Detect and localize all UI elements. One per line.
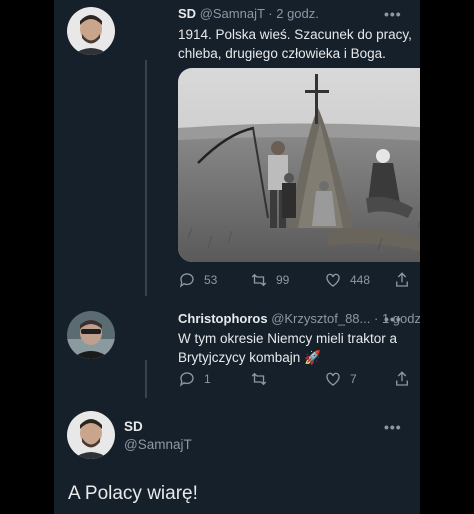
reply-count: 53 <box>204 273 218 287</box>
like-icon <box>326 372 340 386</box>
tweet-text-line: chleba, drugiego człowieka i Boga. <box>178 46 386 61</box>
like-button[interactable]: 448 <box>324 271 370 289</box>
avatar-sd[interactable] <box>67 411 115 459</box>
tweet2-text: W tym okresie Niemcy mieli traktor a Bry… <box>178 329 397 367</box>
tweet-time[interactable]: · 2 godz. <box>268 6 319 21</box>
like-count: 7 <box>350 372 357 386</box>
retweet-button[interactable]: 99 <box>250 271 289 289</box>
share-button[interactable] <box>393 370 411 388</box>
tweet-photo[interactable] <box>178 68 420 262</box>
more-icon[interactable]: ••• <box>384 419 402 435</box>
tweet-text-line: W tym okresie Niemcy mieli traktor a <box>178 331 398 346</box>
author-name[interactable]: SD <box>124 419 143 434</box>
reply-count: 1 <box>204 372 211 386</box>
tweet1-header: SD @SamnajT · 2 godz. <box>178 6 319 21</box>
like-button[interactable]: 7 <box>324 370 357 388</box>
tweet1-text: 1914. Polska wieś. Szacunek do pracy, ch… <box>178 25 412 63</box>
like-icon <box>326 273 340 287</box>
avatar-sd[interactable] <box>67 7 115 55</box>
author-handle[interactable]: @SamnajT <box>124 437 192 452</box>
more-icon[interactable]: ••• <box>384 6 402 22</box>
tweet1-actions: 53 99 448 <box>178 271 420 291</box>
share-icon <box>396 371 408 386</box>
tweet-text-line: 1914. Polska wieś. Szacunek do pracy, <box>178 27 412 42</box>
share-icon <box>396 272 408 287</box>
share-button[interactable] <box>393 271 411 289</box>
more-icon[interactable]: ••• <box>384 311 402 327</box>
reply-icon <box>179 273 194 288</box>
thread-line <box>145 60 147 296</box>
reply-icon <box>179 372 194 387</box>
retweet-icon <box>251 372 267 386</box>
reply-button[interactable]: 53 <box>178 271 217 289</box>
retweet-button[interactable] <box>250 370 276 388</box>
tweet-text-line: Brytyjczycy kombajn 🚀 <box>178 350 321 365</box>
author-handle[interactable]: @Krzysztof_88... <box>271 311 370 326</box>
main-tweet-text: A Polacy wiarę! <box>68 483 198 504</box>
thread-line <box>145 360 147 398</box>
like-count: 448 <box>350 273 371 287</box>
tweet2-actions: 1 7 <box>178 370 420 390</box>
retweet-icon <box>251 273 267 287</box>
author-handle[interactable]: @SamnajT <box>200 6 265 21</box>
author-name[interactable]: Christophoros <box>178 311 268 326</box>
retweet-count: 99 <box>276 273 290 287</box>
timeline-panel: SD @SamnajT · 2 godz. ••• 1914. Polska w… <box>54 0 420 514</box>
avatar-christophoros[interactable] <box>67 311 115 359</box>
author-name[interactable]: SD <box>178 6 196 21</box>
reply-button[interactable]: 1 <box>178 370 211 388</box>
